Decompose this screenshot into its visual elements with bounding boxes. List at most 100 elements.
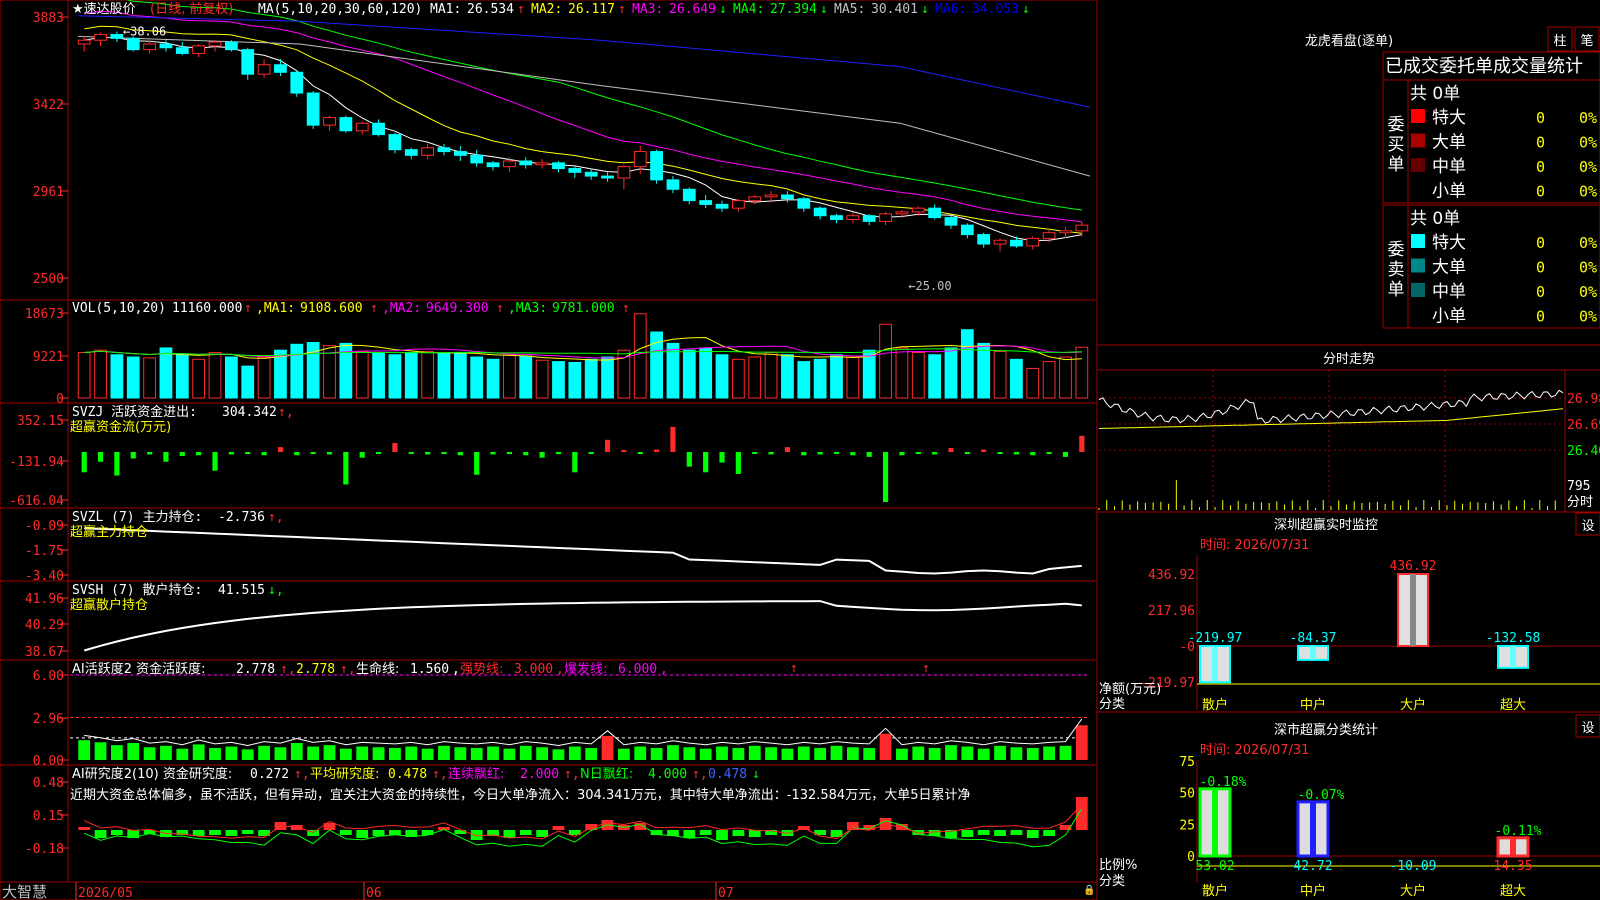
act-bar xyxy=(339,748,352,760)
vol-bar xyxy=(437,352,451,399)
btn-bi-label: 笔 xyxy=(1580,33,1593,49)
vol-value: 11160.000 xyxy=(172,301,242,316)
candle-body xyxy=(110,34,124,39)
act-bar xyxy=(765,747,777,760)
candle-body xyxy=(993,239,1007,245)
vol-y-tick: 18673 xyxy=(25,307,64,322)
candle-body xyxy=(633,151,647,168)
vol-bar xyxy=(601,356,614,399)
candle xyxy=(77,36,91,52)
act-bar xyxy=(994,745,1006,760)
act-bar xyxy=(1075,725,1088,760)
act-arrow-2: ↑, xyxy=(340,662,356,677)
act-bar xyxy=(1059,745,1072,760)
candle-body xyxy=(731,200,745,209)
monitor-category: 中户 xyxy=(1300,697,1326,713)
sell-label-char: 单 xyxy=(1388,280,1405,300)
act-y-tick: 6.00 xyxy=(33,669,64,684)
vol-bar xyxy=(486,358,500,399)
act-bar xyxy=(503,748,516,760)
ma-value-1: 26.534 xyxy=(467,2,514,17)
monitor-bar xyxy=(1199,645,1231,684)
svzj-bar xyxy=(343,452,349,485)
svzj-bar xyxy=(801,452,807,456)
res-bar xyxy=(94,830,107,838)
buy-swatch xyxy=(1411,133,1425,148)
candle-body xyxy=(192,45,206,54)
vol-bar xyxy=(748,356,762,399)
act-bar xyxy=(912,746,925,760)
vol-bar xyxy=(241,365,255,399)
candle-body xyxy=(650,151,663,181)
life-value: 1.560 xyxy=(410,662,449,677)
act-signal-arrow: ↑ xyxy=(922,661,930,676)
vol-bar xyxy=(519,355,533,399)
candle xyxy=(519,157,533,169)
act-bar xyxy=(356,746,369,760)
ma-value-5: 30.401 xyxy=(871,2,918,17)
monitor-category: 大户 xyxy=(1400,697,1426,713)
ma-line-6 xyxy=(77,15,1091,108)
act-y-tick: 0.00 xyxy=(33,754,64,769)
candle xyxy=(731,198,745,212)
vol-bar xyxy=(846,356,860,399)
vol-bar xyxy=(470,356,484,399)
class-bottom-value: 53.02 xyxy=(1195,859,1234,874)
monitor-time: 时间: 2026/07/31 xyxy=(1200,538,1309,553)
res-bar xyxy=(372,830,385,836)
sell-row-pct: 0% xyxy=(1579,259,1597,277)
candle xyxy=(192,43,206,58)
class-bottom-value: 42.72 xyxy=(1293,859,1332,874)
svzj-bar xyxy=(130,452,136,459)
candle xyxy=(830,213,843,224)
svzj-bar xyxy=(375,452,382,454)
monitor-y-tick: 436.92 xyxy=(1148,568,1195,583)
vol-bar xyxy=(503,354,516,399)
svzj-bar xyxy=(425,452,431,455)
act-bar xyxy=(896,748,908,760)
svzj-bar xyxy=(212,452,218,471)
class-bar xyxy=(1296,800,1330,858)
monitor-bar-value: -132.58 xyxy=(1486,631,1541,646)
streak-value: 2.000 xyxy=(520,767,559,782)
svzj-bar xyxy=(359,452,365,458)
svzj-bar xyxy=(981,449,987,452)
candle xyxy=(748,194,762,205)
ma-arrow-5: ↓ xyxy=(921,2,929,17)
res-bar xyxy=(1010,830,1023,835)
buy-total: 共 0单 xyxy=(1410,84,1460,104)
candle xyxy=(404,147,418,160)
act-sep-1: , xyxy=(452,662,460,677)
candle xyxy=(797,196,811,212)
res-bar xyxy=(716,830,728,840)
buy-row-pct: 0% xyxy=(1579,109,1597,127)
act-bar xyxy=(1026,747,1039,760)
candle-body xyxy=(715,203,729,209)
svzj-bar xyxy=(245,452,251,454)
buy-label-char: 买 xyxy=(1388,135,1405,155)
res-y-tick: 0.15 xyxy=(33,809,64,824)
candle-body xyxy=(960,224,974,236)
candle-body xyxy=(699,200,713,205)
vol-bar xyxy=(699,347,713,399)
candle-body xyxy=(1042,232,1056,239)
ma-arrow-1: ↑ xyxy=(517,2,525,17)
vol-bar xyxy=(993,351,1007,399)
candle xyxy=(846,211,860,224)
candle-body xyxy=(421,147,435,156)
class-footer-unit: 比例% xyxy=(1099,858,1137,873)
sell-label-char: 卖 xyxy=(1388,260,1405,280)
candle xyxy=(879,211,892,226)
buy-row-count: 0 xyxy=(1536,158,1545,176)
buy-row-pct: 0% xyxy=(1579,158,1597,176)
class-bottom-value: 14.35 xyxy=(1493,859,1532,874)
candle xyxy=(928,204,942,220)
vol-bar xyxy=(731,358,745,399)
buy-row-name: 大单 xyxy=(1432,133,1466,153)
candle-body xyxy=(797,198,811,209)
ma-value-2: 26.117 xyxy=(568,2,615,17)
monitor-set-label: 设 xyxy=(1581,519,1594,534)
vol-bar xyxy=(977,342,991,399)
vol-bar xyxy=(715,354,729,399)
res-value: 0.272 xyxy=(250,767,289,782)
